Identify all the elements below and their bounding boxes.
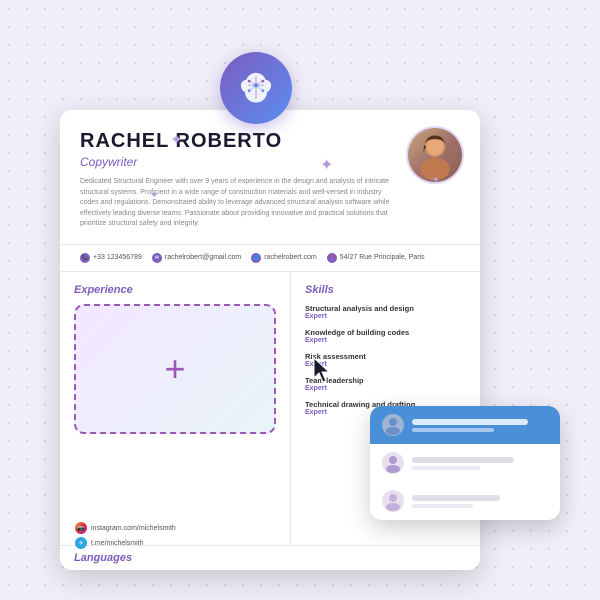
skill-item-1: Structural analysis and design Expert: [305, 304, 466, 320]
sparkle-icon-3: ✦: [150, 190, 158, 201]
contact-email: ✉ rachelrobert@gmail.com: [152, 253, 241, 263]
contact-phone: 📞 +33 123456789: [80, 253, 142, 263]
experience-title: Experience: [74, 284, 276, 296]
email-icon: ✉: [152, 253, 162, 263]
skill-item-2: Knowledge of building codes Expert: [305, 328, 466, 344]
social-links: 📷 instagram.com/michelsmith ✈ t.me/miche…: [75, 522, 176, 552]
resume-header: RACHEL ROBERTO Copywriter Dedicated Stru…: [60, 110, 480, 245]
contact-bar: 📞 +33 123456789 ✉ rachelrobert@gmail.com…: [60, 245, 480, 272]
photo-placeholder: [408, 128, 462, 182]
location-icon: 📍: [327, 253, 337, 263]
instagram-link[interactable]: 📷 instagram.com/michelsmith: [75, 522, 176, 534]
cursor-icon: [310, 356, 334, 380]
autocomplete-item-2[interactable]: [370, 444, 560, 482]
telegram-link[interactable]: ✈ t.me/michelsmith: [75, 537, 176, 549]
instagram-icon: 📷: [75, 522, 87, 534]
resume-name: RACHEL ROBERTO: [80, 130, 460, 153]
autocomplete-popup[interactable]: [370, 406, 560, 520]
contact-website: 🌐 rachelrobert.com: [251, 253, 317, 263]
autocomplete-item-3[interactable]: [370, 482, 560, 520]
telegram-icon: ✈: [75, 537, 87, 549]
web-icon: 🌐: [251, 253, 261, 263]
phone-icon: 📞: [80, 253, 90, 263]
contact-address: 📍 54/27 Rue Principale, Paris: [327, 253, 425, 263]
skills-title: Skills: [305, 284, 466, 296]
add-experience-icon[interactable]: +: [164, 348, 185, 390]
autocomplete-item-1[interactable]: [370, 406, 560, 444]
brain-icon: [220, 52, 292, 124]
languages-title: Languages: [74, 552, 466, 564]
resume-title: Copywriter: [80, 155, 460, 169]
experience-add-box[interactable]: +: [74, 304, 276, 434]
resume-bio: Dedicated Structural Engineer with over …: [80, 177, 460, 230]
autocomplete-avatar-3: [382, 490, 404, 512]
autocomplete-avatar-1: [382, 414, 404, 436]
sparkle-icon-4: ✦: [432, 175, 440, 186]
sparkle-icon-2: ✦: [320, 155, 333, 175]
autocomplete-avatar-2: [382, 452, 404, 474]
sparkle-icon-1: ✦: [170, 130, 183, 150]
